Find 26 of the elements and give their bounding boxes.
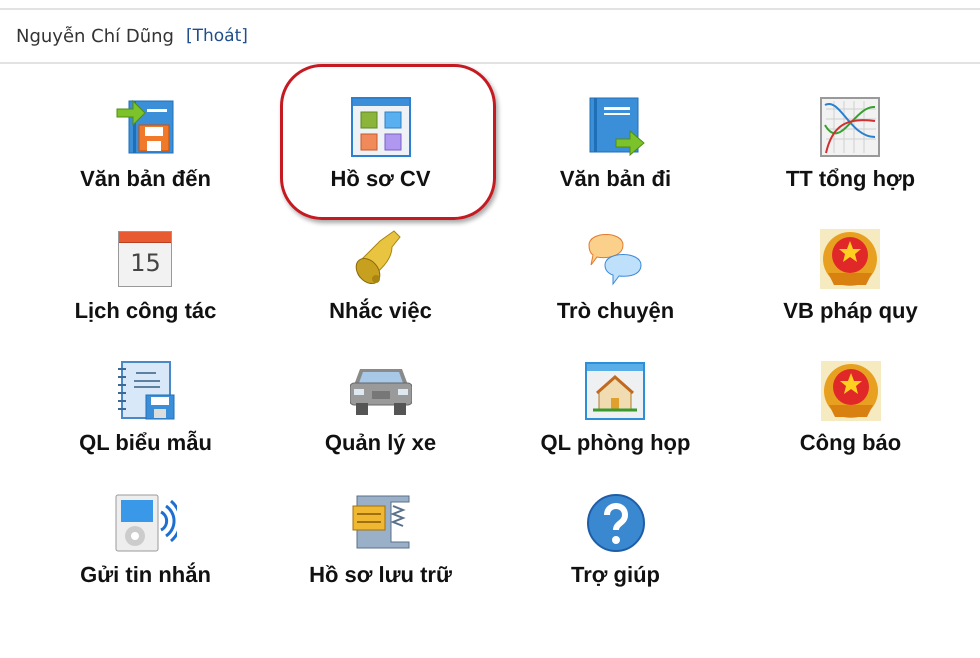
- app-shortcut[interactable]: VB pháp quy: [777, 226, 924, 326]
- house-window-icon: [585, 362, 646, 420]
- app-shortcut[interactable]: Công báo: [794, 358, 908, 458]
- app-shortcut[interactable]: QL biểu mẫu: [73, 358, 218, 458]
- tiles-window-icon: [350, 97, 410, 157]
- help-icon: [586, 493, 646, 553]
- app-shortcut[interactable]: 15 Lịch công tác: [68, 226, 222, 326]
- app-shortcut[interactable]: Hồ sơ lưu trữ: [303, 490, 458, 590]
- app-shortcut[interactable]: Nhắc việc: [323, 226, 438, 326]
- line-chart-icon: [820, 97, 880, 157]
- user-name: Nguyễn Chí Dũng: [16, 26, 174, 46]
- app-shortcut[interactable]: Gửi tin nhắn: [74, 490, 217, 590]
- emblem-icon: [820, 361, 880, 421]
- emblem-icon: [820, 229, 880, 289]
- app-shortcut[interactable]: Trò chuyện: [550, 226, 680, 326]
- app-shortcut[interactable]: Hồ sơ CV: [324, 94, 436, 194]
- app-shortcut[interactable]: TT tổng hợp: [780, 94, 922, 194]
- calendar-icon: 15: [118, 231, 172, 287]
- app-shortcut[interactable]: Trợ giúp: [565, 490, 666, 590]
- notebook-floppy-icon: [116, 361, 176, 421]
- media-player-icon: [114, 494, 176, 552]
- logout-link[interactable]: [Thoát]: [186, 26, 248, 46]
- app-shortcut[interactable]: Văn bản đi: [554, 94, 678, 194]
- app-shortcut[interactable]: Văn bản đến: [74, 94, 217, 194]
- app-shortcut[interactable]: Quản lý xe: [318, 358, 442, 458]
- app-shortcut[interactable]: QL phòng họp: [534, 358, 696, 458]
